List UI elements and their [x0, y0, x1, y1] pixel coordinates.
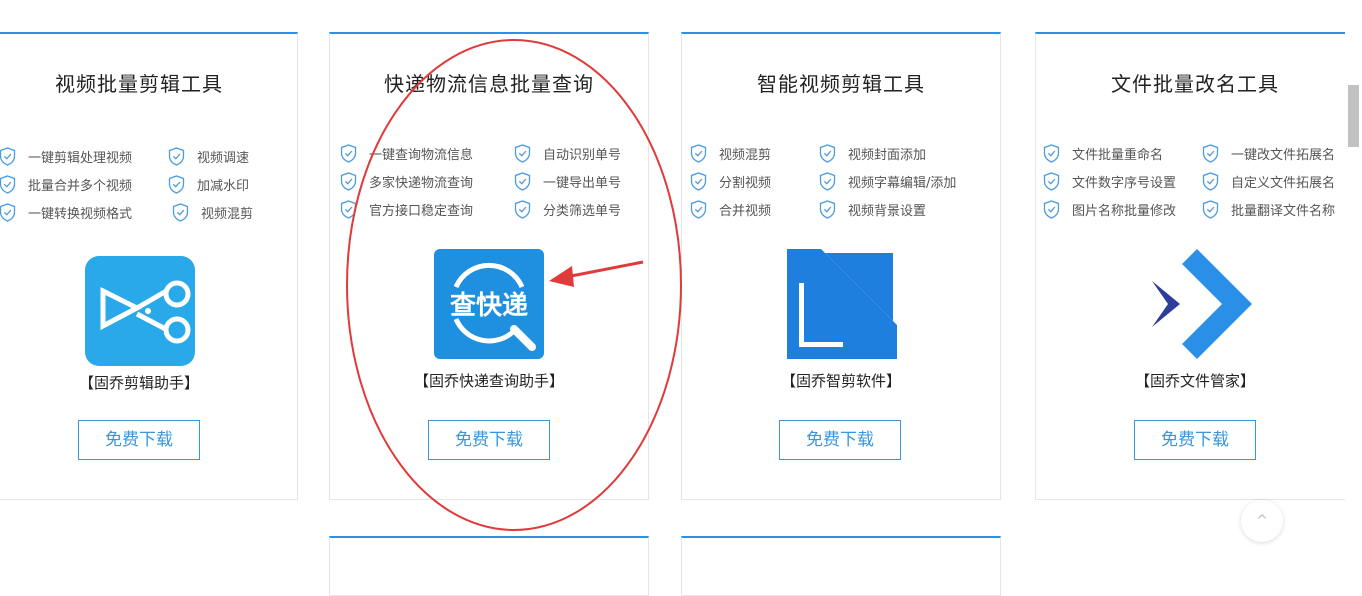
- shield-check-icon: [1202, 144, 1219, 163]
- product-name: 【固乔文件管家】: [1134, 372, 1255, 390]
- feature-item: 一键查询物流信息: [340, 144, 473, 163]
- feature-item: 自定义文件拓展名: [1202, 172, 1335, 191]
- feature-item: 图片名称批量修改: [1043, 200, 1176, 219]
- feature-item: 多家快递物流查询: [340, 172, 473, 191]
- product-card-video-batch: 视频批量剪辑工具 一键剪辑处理视频 视频调速 批量合并多个视频 加减水印 一键转…: [0, 32, 298, 500]
- shield-check-icon: [0, 147, 16, 166]
- feature-item: 分割视频: [690, 172, 771, 191]
- feature-item: 视频字幕编辑/添加: [819, 172, 956, 191]
- shield-check-icon: [819, 144, 836, 163]
- shield-check-icon: [690, 144, 707, 163]
- product-card-express-query: 快递物流信息批量查询 一键查询物流信息 自动识别单号 多家快递物流查询 一键导出…: [329, 32, 649, 500]
- express-logo: 查快递: [434, 249, 544, 359]
- shield-check-icon: [514, 200, 531, 219]
- card-title: 智能视频剪辑工具: [757, 72, 925, 96]
- feature-item: 一键转换视频格式: [0, 203, 132, 222]
- shield-check-icon: [690, 200, 707, 219]
- free-download-button[interactable]: 免费下载: [779, 420, 901, 460]
- feature-item: 视频封面添加: [819, 144, 926, 163]
- feature-item: 一键导出单号: [514, 172, 621, 191]
- scrollbar[interactable]: [1345, 0, 1362, 575]
- feature-item: 官方接口稳定查询: [340, 200, 473, 219]
- shield-check-icon: [1043, 172, 1060, 191]
- shield-check-icon: [1202, 172, 1219, 191]
- card-title: 视频批量剪辑工具: [55, 72, 223, 96]
- shield-check-icon: [1202, 200, 1219, 219]
- shield-check-icon: [819, 172, 836, 191]
- feature-item: 视频背景设置: [819, 200, 926, 219]
- feature-item: 批量翻译文件名称: [1202, 200, 1335, 219]
- shield-check-icon: [1043, 144, 1060, 163]
- shield-check-icon: [1043, 200, 1060, 219]
- logo-text: 查快递: [449, 291, 528, 321]
- scrollbar-thumb[interactable]: [1348, 85, 1359, 147]
- feature-item: 视频混剪: [690, 144, 771, 163]
- shield-check-icon: [514, 144, 531, 163]
- product-card-row2: [681, 536, 1001, 596]
- feature-item: 视频混剪: [172, 203, 253, 222]
- feature-item: 合并视频: [690, 200, 771, 219]
- product-card-smart-video: 智能视频剪辑工具 视频混剪 视频封面添加 分割视频 视频字幕编辑/添加 合并视频…: [681, 32, 1001, 500]
- card-title: 快递物流信息批量查询: [384, 72, 594, 96]
- feature-item: 文件数字序号设置: [1043, 172, 1176, 191]
- shield-check-icon: [340, 144, 357, 163]
- feature-item: 一键剪辑处理视频: [0, 147, 132, 166]
- feature-item: 自动识别单号: [514, 144, 621, 163]
- feature-item: 文件批量重命名: [1043, 144, 1163, 163]
- scissors-icon: [85, 256, 195, 366]
- feature-item: 一键改文件拓展名: [1202, 144, 1335, 163]
- shield-check-icon: [690, 172, 707, 191]
- crop-icon: [787, 249, 897, 359]
- product-name: 【固乔快递查询助手】: [413, 372, 564, 390]
- feature-item: 加减水印: [168, 175, 249, 194]
- shield-check-icon: [0, 203, 16, 222]
- shield-check-icon: [514, 172, 531, 191]
- arrow-diamond-icon: [1152, 249, 1252, 359]
- feature-item: 批量合并多个视频: [0, 175, 132, 194]
- product-name: 【固乔剪辑助手】: [78, 374, 199, 392]
- shield-check-icon: [0, 175, 16, 194]
- free-download-button[interactable]: 免费下载: [1134, 420, 1256, 460]
- product-card-row2: [329, 536, 649, 596]
- product-card-file-rename: 文件批量改名工具 文件批量重命名 一键改文件拓展名 文件数字序号设置 自定义文件…: [1035, 32, 1355, 500]
- product-name: 【固乔智剪软件】: [780, 372, 901, 390]
- shield-check-icon: [168, 175, 185, 194]
- free-download-button[interactable]: 免费下载: [428, 420, 550, 460]
- feature-item: 视频调速: [168, 147, 249, 166]
- shield-check-icon: [340, 172, 357, 191]
- back-to-top-button[interactable]: ^: [1241, 500, 1283, 542]
- feature-item: 分类筛选单号: [514, 200, 621, 219]
- shield-check-icon: [172, 203, 189, 222]
- free-download-button[interactable]: 免费下载: [78, 420, 200, 460]
- shield-check-icon: [340, 200, 357, 219]
- shield-check-icon: [168, 147, 185, 166]
- shield-check-icon: [819, 200, 836, 219]
- card-title: 文件批量改名工具: [1111, 72, 1279, 96]
